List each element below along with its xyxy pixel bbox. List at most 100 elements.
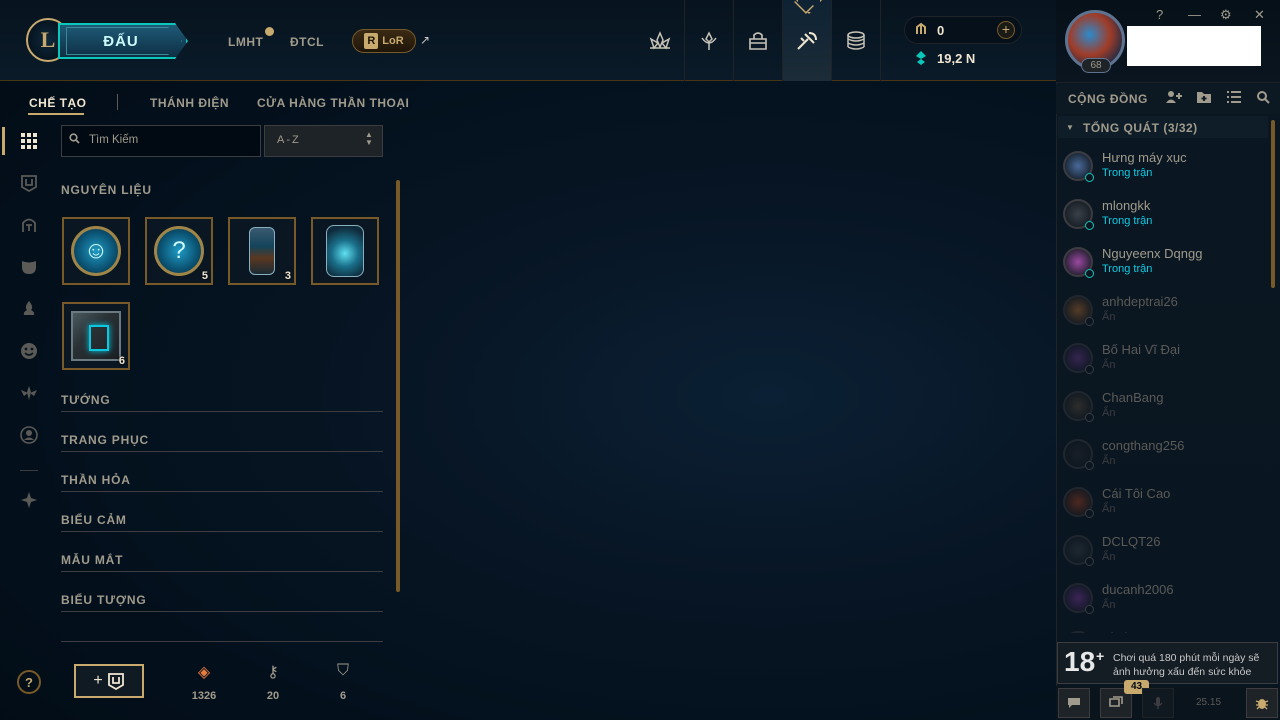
- loot-item-count: 3: [284, 270, 291, 282]
- friend-avatar: [1063, 631, 1093, 633]
- chest-category-icon[interactable]: [17, 171, 41, 195]
- category-icons[interactable]: BIỂU TƯỢNG: [61, 593, 147, 607]
- tab-crafting[interactable]: CHẾ TẠO: [29, 96, 87, 110]
- microphone-icon[interactable]: [1142, 688, 1174, 718]
- friend-row[interactable]: Hưng máy xục Trong trận: [1060, 143, 1270, 191]
- loot-item-count: 6: [118, 355, 125, 367]
- close-button[interactable]: ✕: [1254, 7, 1265, 23]
- loot-item[interactable]: 6: [62, 302, 130, 370]
- friend-row[interactable]: congthang256 Ẩn: [1060, 431, 1270, 479]
- presence-indicator: [1085, 365, 1094, 374]
- add-folder-icon[interactable]: [1196, 90, 1212, 107]
- category-materials[interactable]: NGUYÊN LIỆU: [61, 183, 152, 197]
- friend-status: Ẩn: [1102, 599, 1116, 611]
- friend-row[interactable]: ChanBang Ẩn: [1060, 383, 1270, 431]
- chest-icon: [107, 673, 124, 690]
- orb-capsule-icon: [326, 225, 364, 277]
- list-view-icon[interactable]: [1226, 90, 1242, 107]
- loot-scrollbar[interactable]: [396, 180, 400, 592]
- presence-indicator: [1085, 173, 1094, 182]
- category-divider: [61, 531, 383, 532]
- friend-row[interactable]: DCLQT26 Ẩn: [1060, 527, 1270, 575]
- friend-status: Ẩn: [1102, 359, 1116, 371]
- category-divider: [61, 411, 383, 412]
- health-notice-text: Chơi quá 180 phút mỗi ngày sẽ ảnh hưởng …: [1113, 652, 1260, 678]
- loot-item[interactable]: ☺: [62, 217, 130, 285]
- add-friend-icon[interactable]: [1165, 90, 1183, 107]
- friend-row[interactable]: mlongkk Trong trận: [1060, 191, 1270, 239]
- loot-item[interactable]: ? 5: [145, 217, 213, 285]
- category-eternals[interactable]: THẦN HỎA: [61, 473, 131, 487]
- icon-category-icon[interactable]: [17, 423, 41, 447]
- open-chest-button[interactable]: +: [74, 664, 144, 698]
- loot-item[interactable]: 3: [228, 217, 296, 285]
- sort-value: A-Z: [277, 134, 301, 146]
- presence-indicator: [1085, 317, 1094, 326]
- category-divider: [20, 470, 38, 471]
- collection-icon[interactable]: [734, 0, 783, 81]
- emote-category-icon[interactable]: [17, 339, 41, 363]
- tab-sanctum[interactable]: THÁNH ĐIỆN: [150, 96, 229, 110]
- friend-name: Nguyeenx Dqngg: [1102, 246, 1203, 261]
- emote-orb-icon: ?: [154, 226, 204, 276]
- chat-icon[interactable]: [1058, 688, 1090, 718]
- presence-indicator: [1085, 413, 1094, 422]
- friend-row[interactable]: ducanh2006 Ẩn: [1060, 575, 1270, 623]
- category-active-indicator: [2, 127, 5, 155]
- social-title: CỘNG ĐỒNG: [1068, 92, 1148, 106]
- materials-category-icon[interactable]: [17, 488, 41, 512]
- presence-indicator: [1085, 221, 1094, 230]
- chest-icon: ⛉: [336, 662, 349, 679]
- profile-icon[interactable]: [685, 0, 734, 81]
- presence-indicator: [1085, 605, 1094, 614]
- friend-row[interactable]: Nguyeenx Dqngg Trong trận: [1060, 239, 1270, 287]
- client-window: L ĐẤU LMHT ĐTCL R LoR ↗ 0 + 19,2 N 68 ? …: [0, 0, 1280, 720]
- presence-indicator: [1085, 461, 1094, 470]
- category-skins[interactable]: TRANG PHỤC: [61, 433, 149, 447]
- tab-divider: [117, 94, 118, 110]
- emote-orb-icon: ☺: [71, 226, 121, 276]
- tab-mythic-shop[interactable]: CỬA HÀNG THẦN THOẠI: [257, 96, 409, 110]
- loot-item[interactable]: [311, 217, 379, 285]
- external-link-icon: ↗: [420, 33, 431, 47]
- game-tab-dtcl[interactable]: ĐTCL: [290, 35, 324, 49]
- game-tab-lmht[interactable]: LMHT: [228, 35, 263, 49]
- ward-category-icon[interactable]: [17, 297, 41, 321]
- store-icon[interactable]: [832, 0, 881, 81]
- age-rating-plus: +: [1096, 648, 1105, 664]
- skin-category-icon[interactable]: [17, 255, 41, 279]
- help-window-button[interactable]: ?: [1156, 7, 1163, 22]
- rp-icon: [914, 22, 928, 39]
- loot-item-art: [70, 310, 122, 362]
- friend-row[interactable]: anhdeptrai26 Ẩn: [1060, 287, 1270, 335]
- grid-all-icon[interactable]: [17, 129, 41, 153]
- home-icon[interactable]: [636, 0, 685, 81]
- bug-report-icon[interactable]: [1246, 688, 1278, 718]
- settings-button[interactable]: ⚙: [1220, 7, 1232, 23]
- social-scrollbar[interactable]: [1271, 120, 1275, 288]
- eternals-category-icon[interactable]: [17, 381, 41, 405]
- category-divider: [61, 571, 383, 572]
- group-collapse-icon[interactable]: ▼: [1066, 123, 1074, 132]
- champion-category-icon[interactable]: [17, 213, 41, 237]
- category-champions[interactable]: TƯỚNG: [61, 393, 111, 407]
- lor-button[interactable]: R LoR: [352, 29, 416, 53]
- buy-rp-button[interactable]: +: [997, 21, 1015, 39]
- blue-essence-icon: [914, 50, 928, 69]
- friend-row[interactable]: Elmi: [1060, 623, 1270, 633]
- friend-row[interactable]: Bố Hai Vĩ Đại Ẩn: [1060, 335, 1270, 383]
- resource-count: 20: [266, 690, 280, 702]
- resource-count: 1326: [191, 690, 217, 702]
- capsule-icon: [249, 227, 275, 275]
- player-name-redacted: [1127, 26, 1261, 66]
- friend-status: Trong trận: [1102, 215, 1153, 227]
- friend-row[interactable]: Cái Tôi Cao Ẩn: [1060, 479, 1270, 527]
- category-emotes[interactable]: BIỂU CẢM: [61, 513, 127, 527]
- minimize-button[interactable]: —: [1188, 7, 1201, 22]
- search-friends-icon[interactable]: [1256, 90, 1270, 107]
- friend-name: anhdeptrai26: [1102, 294, 1178, 309]
- friend-name: Bố Hai Vĩ Đại: [1102, 342, 1181, 357]
- play-button[interactable]: ĐẤU: [58, 23, 188, 59]
- help-icon[interactable]: ?: [17, 670, 41, 694]
- category-ward-skins[interactable]: MẪU MẮT: [61, 553, 123, 567]
